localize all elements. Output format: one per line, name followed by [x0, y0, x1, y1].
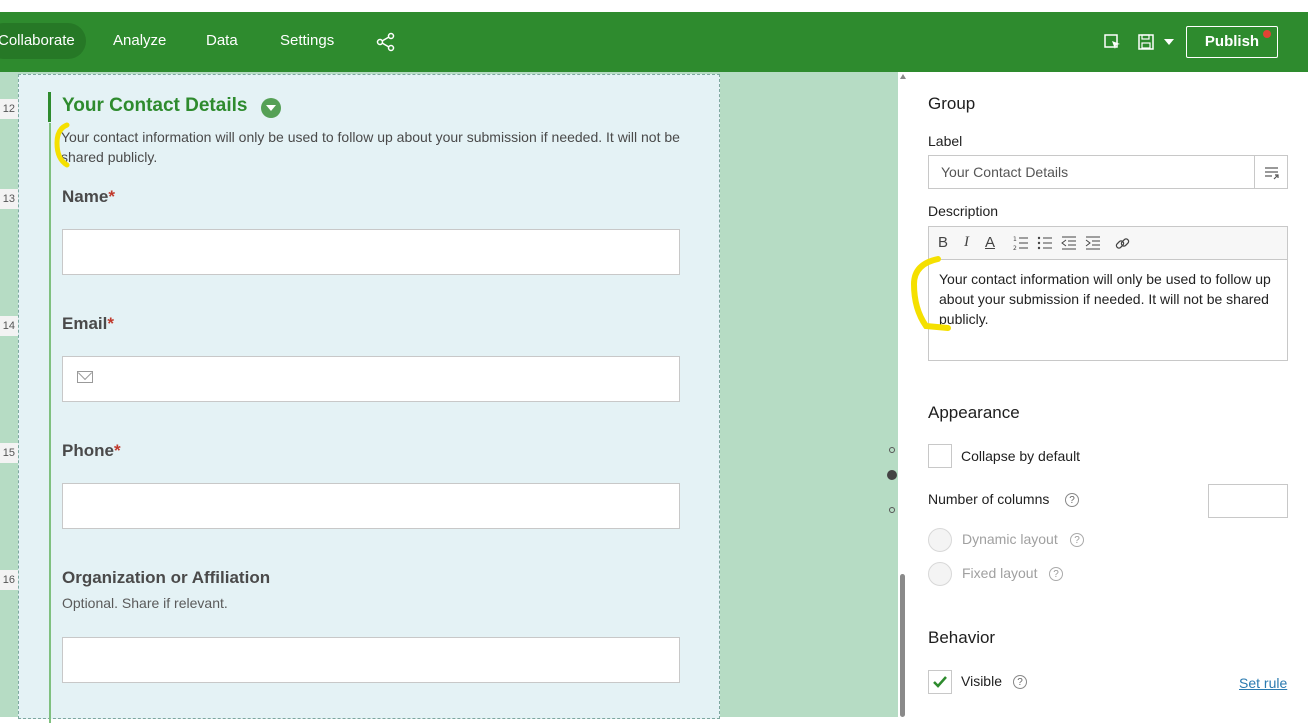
field-label-phone: Phone* — [62, 441, 121, 461]
required-marker: * — [108, 187, 115, 206]
scroll-up-arrow[interactable] — [900, 74, 906, 79]
publish-label: Publish — [1204, 33, 1260, 50]
name-input[interactable] — [62, 229, 680, 275]
columns-label: Number of columns — [928, 491, 1050, 507]
collapse-chevron-icon[interactable] — [261, 98, 281, 118]
help-icon[interactable]: ? — [1013, 675, 1027, 689]
fixed-layout-label: Fixed layout — [962, 565, 1038, 581]
checkmark-icon — [933, 676, 947, 688]
phone-input[interactable] — [62, 483, 680, 529]
field-label-name: Name* — [62, 187, 115, 207]
columns-input[interactable] — [1208, 484, 1288, 518]
help-icon[interactable]: ? — [1049, 567, 1063, 581]
name-label-text: Name — [62, 187, 109, 206]
svg-text:1: 1 — [1013, 236, 1017, 243]
dynamic-layout-label: Dynamic layout — [962, 531, 1058, 547]
scrollbar[interactable] — [898, 72, 908, 717]
chevron-down-icon[interactable] — [1164, 39, 1174, 45]
mail-icon — [77, 371, 93, 383]
save-icon[interactable] — [1138, 34, 1154, 50]
outdent-icon[interactable] — [1061, 235, 1077, 251]
email-label-text: Email — [62, 314, 108, 333]
fixed-layout-radio[interactable] — [928, 562, 952, 586]
organization-input[interactable] — [62, 637, 680, 683]
preview-icon[interactable] — [1104, 34, 1122, 50]
publish-button[interactable]: Publish — [1186, 26, 1278, 58]
resize-handle[interactable] — [889, 507, 895, 513]
behavior-title: Behavior — [928, 628, 996, 647]
form-canvas: 12 13 14 15 16 Your Contact Details Your… — [0, 72, 898, 723]
link-icon[interactable] — [1114, 235, 1132, 253]
email-input[interactable] — [62, 356, 680, 402]
bold-button[interactable]: B — [938, 234, 948, 251]
dynamic-layout-radio[interactable] — [928, 528, 952, 552]
highlight-annotation-mark — [910, 256, 951, 331]
collapse-checkbox[interactable] — [928, 444, 952, 468]
group-card[interactable]: Your Contact Details Your contact inform… — [18, 74, 720, 723]
highlight-annotation-mark — [54, 122, 70, 168]
collapse-label: Collapse by default — [961, 448, 1081, 464]
description-title: Description — [928, 203, 999, 219]
line-number: 15 — [0, 443, 18, 463]
field-label-email: Email* — [62, 314, 114, 334]
phone-label-text: Phone — [62, 441, 114, 460]
line-number: 16 — [0, 570, 18, 590]
group-border-line — [49, 123, 51, 723]
italic-button[interactable]: I — [964, 234, 969, 251]
appearance-title: Appearance — [928, 403, 1020, 422]
svg-text:2: 2 — [1013, 245, 1017, 251]
group-title[interactable]: Your Contact Details — [62, 95, 247, 117]
required-marker: * — [107, 314, 114, 333]
visible-label: Visible — [961, 673, 1002, 689]
tab-data[interactable]: Data — [206, 23, 238, 59]
panel-header: Group — [928, 94, 976, 113]
organization-hint: Optional. Share if relevant. — [62, 595, 228, 611]
share-icon[interactable] — [376, 32, 396, 52]
label-expression-button[interactable] — [1254, 156, 1287, 188]
visible-checkbox[interactable] — [928, 670, 952, 694]
description-editor-text[interactable]: Your contact information will only be us… — [939, 269, 1279, 329]
label-input-value: Your Contact Details — [941, 164, 1069, 180]
field-label-organization: Organization or Affiliation — [62, 568, 271, 587]
resize-handle[interactable] — [889, 447, 895, 453]
help-icon[interactable]: ? — [1070, 533, 1084, 547]
line-number: 13 — [0, 189, 18, 209]
label-input[interactable]: Your Contact Details — [928, 155, 1288, 189]
line-number: 14 — [0, 316, 18, 336]
indent-icon[interactable] — [1085, 235, 1101, 251]
numbered-list-icon[interactable]: 1 2 — [1013, 235, 1029, 251]
required-marker: * — [113, 441, 121, 460]
scroll-thumb[interactable] — [900, 574, 905, 717]
line-number-gutter: 12 13 14 15 16 — [0, 72, 18, 717]
top-strip — [0, 0, 1308, 12]
label-title: Label — [928, 133, 963, 149]
tab-analyze[interactable]: Analyze — [113, 23, 166, 59]
tab-collaborate[interactable]: Collaborate — [0, 23, 86, 59]
group-description: Your contact information will only be us… — [61, 129, 680, 165]
resize-handle[interactable] — [887, 470, 897, 480]
description-editor[interactable]: Your contact information will only be us… — [928, 259, 1288, 361]
notification-dot — [1263, 30, 1271, 38]
line-number: 12 — [0, 99, 18, 119]
text-options-icon — [1265, 167, 1279, 180]
help-icon[interactable]: ? — [1065, 493, 1079, 507]
tab-settings[interactable]: Settings — [280, 23, 334, 59]
font-color-button[interactable]: A — [985, 234, 995, 251]
set-rule-link[interactable]: Set rule — [1239, 675, 1287, 691]
rich-text-toolbar: B I A 1 2 — [928, 226, 1288, 260]
group-accent-bar — [48, 92, 51, 122]
top-toolbar: Collaborate Analyze Data Settings Publis… — [0, 12, 1308, 72]
bulleted-list-icon[interactable] — [1037, 235, 1053, 251]
